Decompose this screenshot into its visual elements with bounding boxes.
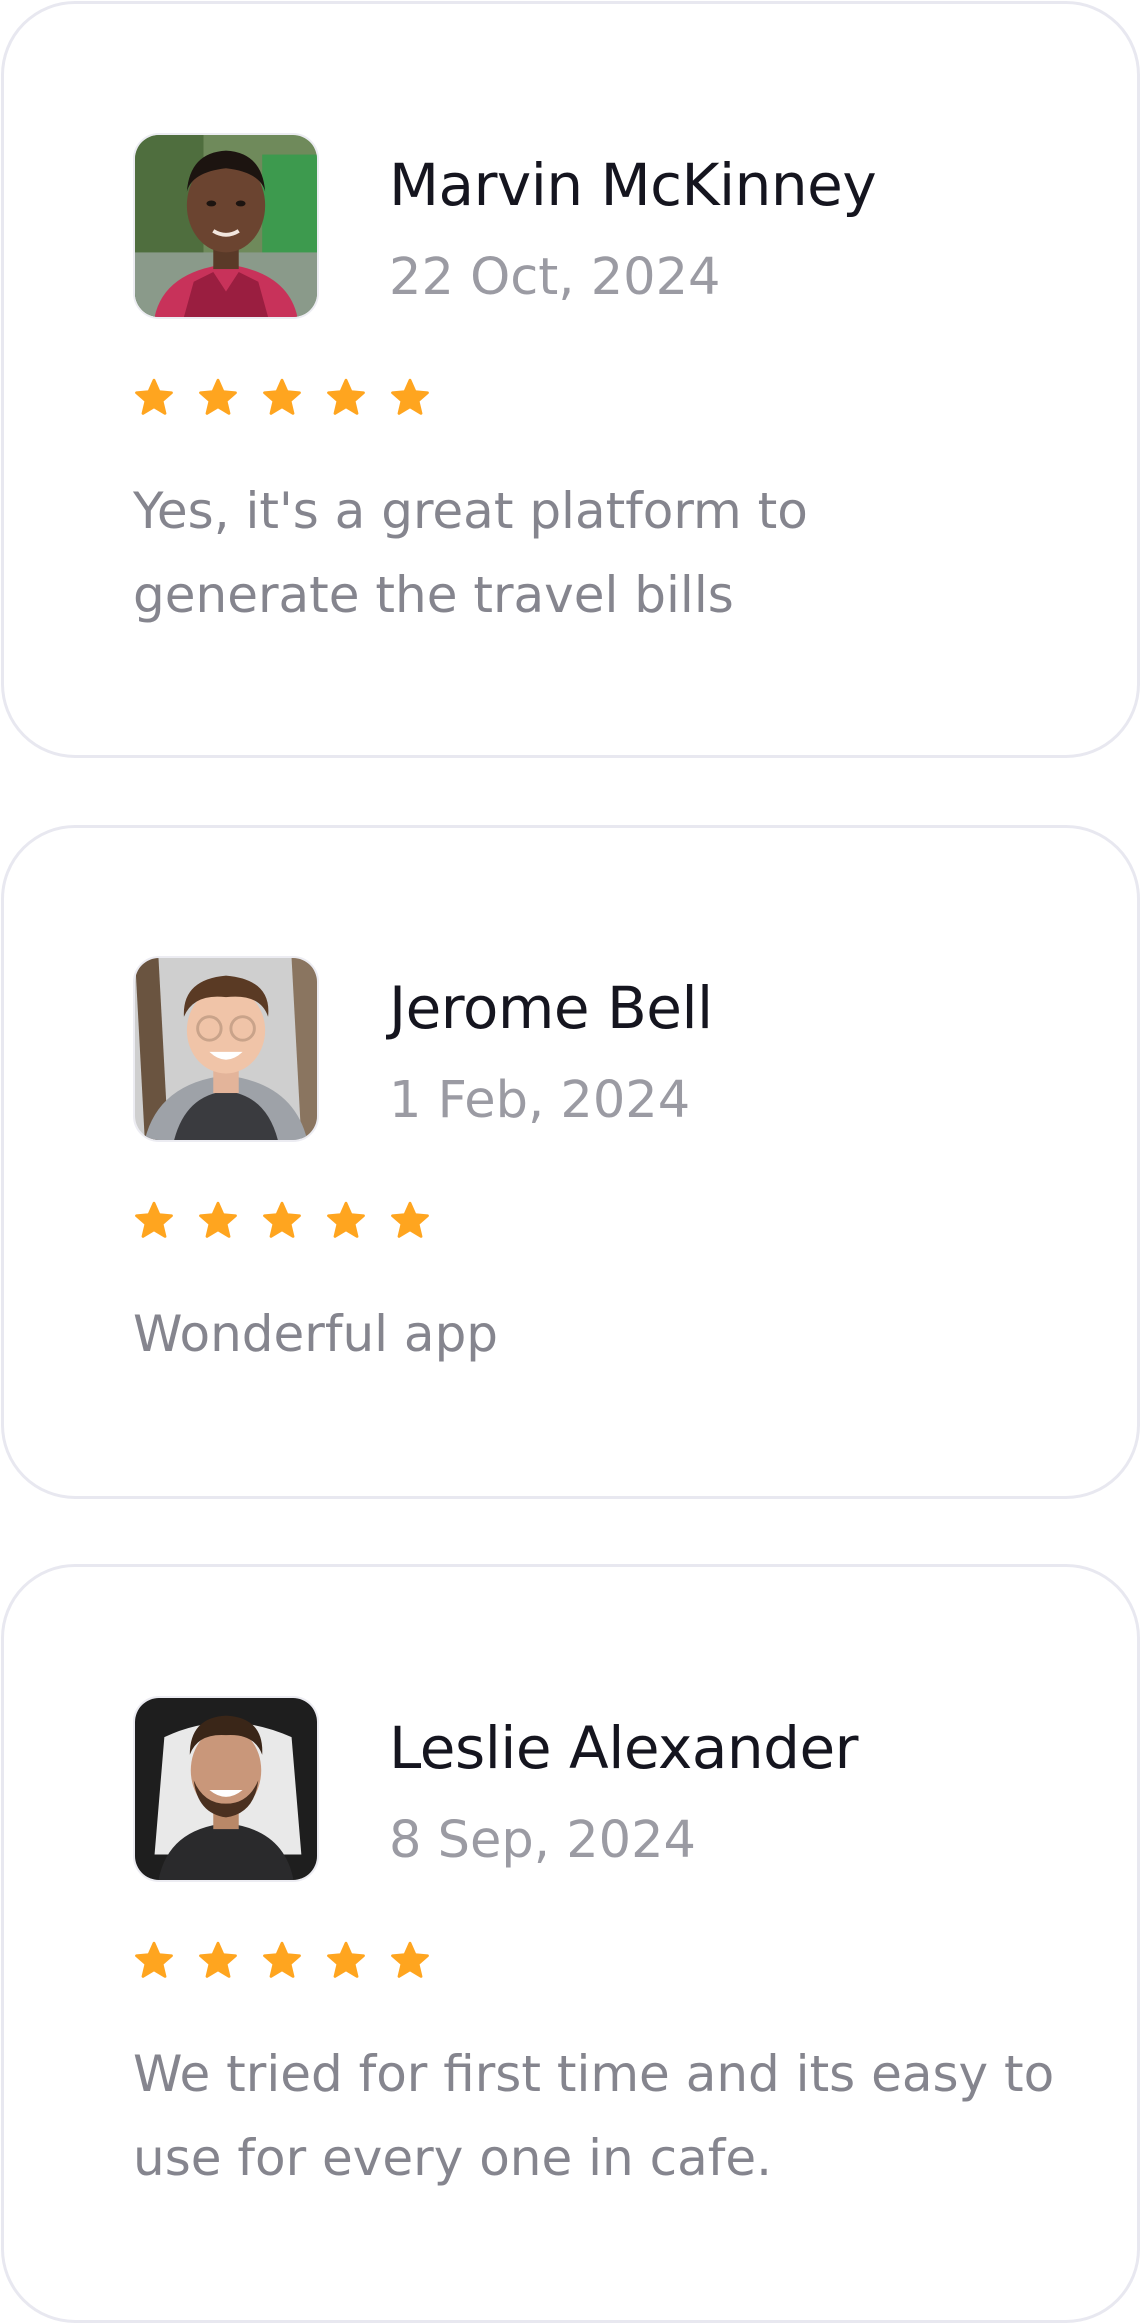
review-date: 1 Feb, 2024 (389, 1071, 691, 1130)
star-icon (261, 1940, 303, 1982)
star-icon (325, 1200, 367, 1242)
star-icon (325, 377, 367, 419)
reviewer-name: Jerome Bell (389, 974, 713, 1042)
star-icon (133, 1940, 175, 1982)
star-icon (197, 1200, 239, 1242)
review-date: 8 Sep, 2024 (389, 1811, 696, 1870)
star-icon (261, 377, 303, 419)
reviewer-name: Marvin McKinney (389, 151, 877, 219)
star-icon (133, 377, 175, 419)
avatar (133, 1696, 319, 1882)
review-date: 22 Oct, 2024 (389, 248, 721, 307)
review-comment: Wonderful app (133, 1305, 499, 1363)
star-icon (133, 1200, 175, 1242)
star-rating (133, 377, 431, 419)
review-comment: We tried for first time and its easy to … (133, 2045, 1055, 2187)
star-icon (389, 1200, 431, 1242)
star-icon (261, 1200, 303, 1242)
star-icon (325, 1940, 367, 1982)
review-card: Leslie Alexander 8 Sep, 2024 We tried fo… (1, 1564, 1140, 2323)
review-comment: Yes, it's a great platform to generate t… (133, 482, 808, 624)
star-rating (133, 1940, 431, 1982)
star-icon (197, 377, 239, 419)
star-rating (133, 1200, 431, 1242)
star-icon (389, 1940, 431, 1982)
star-icon (197, 1940, 239, 1982)
star-icon (389, 377, 431, 419)
reviewer-name: Leslie Alexander (389, 1714, 858, 1782)
review-card: Jerome Bell 1 Feb, 2024 Wonderful app (1, 825, 1140, 1499)
avatar (133, 956, 319, 1142)
review-card: Marvin McKinney 22 Oct, 2024 Yes, it's a… (1, 1, 1140, 758)
avatar (133, 133, 319, 319)
